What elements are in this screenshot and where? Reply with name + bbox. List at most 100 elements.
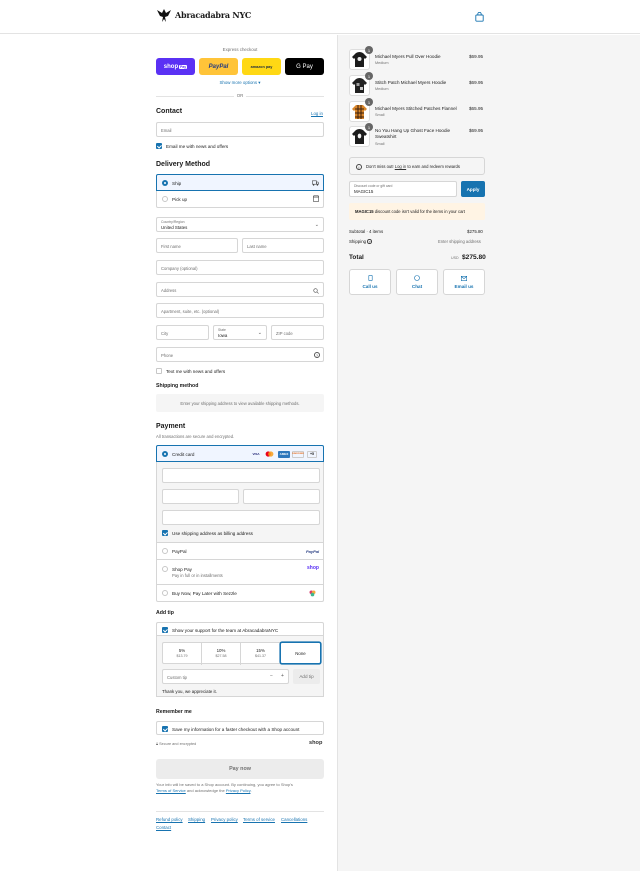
apartment-field[interactable]: Apartment, suite, etc. (optional) bbox=[156, 303, 324, 318]
item-variant: Medium bbox=[375, 61, 389, 65]
save-info-checkbox[interactable] bbox=[162, 726, 168, 732]
rewards-pre: Don't miss out! bbox=[366, 164, 394, 169]
pay-now-label: Pay now bbox=[229, 766, 251, 772]
sezzle-option[interactable]: Buy Now, Pay Later with Sezzle bbox=[156, 585, 324, 602]
item-name: Michael Myers Stitched Patches Flannel bbox=[375, 106, 457, 111]
save-info-row[interactable]: Save my information for a faster checkou… bbox=[156, 721, 324, 735]
tip-option-15[interactable]: 15% $41.37 bbox=[241, 643, 280, 665]
shipping-method-box: Enter your shipping address to view avai… bbox=[156, 394, 324, 412]
news-checkbox[interactable] bbox=[156, 143, 162, 149]
pay-now-button[interactable]: Pay now bbox=[156, 759, 324, 779]
credit-card-radio[interactable] bbox=[162, 451, 168, 457]
paypal-radio[interactable] bbox=[162, 548, 168, 554]
phone-icon bbox=[368, 275, 372, 281]
amazon-pay-label: amazon pay bbox=[250, 64, 273, 69]
shop-pay-option[interactable]: Shop Pay Pay in full or in installments … bbox=[156, 560, 324, 585]
logo-text: Abracadabra NYC bbox=[175, 10, 252, 20]
country-select[interactable]: Country/Region United States ⌄ bbox=[156, 217, 324, 232]
tip-options: 5% $13.79 10% $27.58 15% $41.37 None bbox=[162, 642, 321, 665]
apply-button[interactable]: Apply bbox=[461, 181, 485, 197]
city-field[interactable]: City bbox=[156, 325, 209, 340]
footer-contact-link[interactable]: Contact bbox=[156, 825, 171, 830]
state-select[interactable]: State Iowa ⌄ bbox=[213, 325, 267, 340]
paypal-logo: PayPal bbox=[306, 549, 320, 554]
add-tip-button[interactable]: Add tip bbox=[293, 669, 320, 684]
tip-pct: None bbox=[295, 651, 306, 656]
call-us-button[interactable]: Call us bbox=[349, 269, 391, 295]
tip-option-10[interactable]: 10% $27.58 bbox=[202, 643, 241, 665]
delivery-option-pickup[interactable]: Pick up bbox=[156, 191, 324, 208]
amazon-pay-button[interactable]: amazon pay bbox=[242, 58, 281, 75]
help-icon[interactable]: ? bbox=[367, 239, 372, 244]
shopping-bag-icon[interactable] bbox=[475, 12, 484, 22]
store-logo[interactable]: Abracadabra NYC bbox=[156, 7, 251, 23]
pickup-radio[interactable] bbox=[162, 196, 168, 202]
email-field[interactable]: Email bbox=[156, 122, 324, 137]
country-label: Country/Region bbox=[161, 220, 185, 224]
email-us-button[interactable]: Email us bbox=[443, 269, 485, 295]
subtotal-value: $275.80 bbox=[467, 229, 483, 234]
footer-privacy-link[interactable]: Privacy policy bbox=[211, 817, 238, 822]
chat-icon bbox=[414, 275, 420, 281]
footer-terms-link[interactable]: Terms of service bbox=[243, 817, 275, 822]
order-summary: 1 Michael Myers Pull Over Hoodie Medium … bbox=[349, 35, 486, 335]
tip-option-5[interactable]: 5% $13.79 bbox=[163, 643, 202, 665]
error-code: MAGIC15 bbox=[355, 209, 374, 214]
login-link[interactable]: Log in bbox=[311, 111, 323, 116]
news-label: Email me with news and offers bbox=[166, 143, 229, 149]
footer-shipping-link[interactable]: Shipping bbox=[188, 817, 205, 822]
zip-field[interactable]: ZIP code bbox=[271, 325, 324, 340]
billing-checkbox[interactable] bbox=[162, 530, 168, 536]
legal-and: and acknowledge the bbox=[186, 788, 225, 793]
rewards-post: to earn and redeem rewards bbox=[407, 164, 460, 169]
tip-pct: 10% bbox=[216, 648, 226, 653]
show-more-options-link[interactable]: Show more options ▾ bbox=[156, 80, 324, 86]
credit-card-option[interactable]: Credit card VISA AMEX DISCOVER +5 bbox=[156, 445, 324, 462]
plus-icon[interactable]: + bbox=[281, 673, 284, 679]
item-qty-badge: 1 bbox=[365, 72, 373, 80]
discount-code-field[interactable]: Discount code or gift card MAGIC15 bbox=[349, 181, 457, 197]
rewards-banner: i Don't miss out! Log in to earn and red… bbox=[349, 157, 485, 175]
tip-support-row[interactable]: Show your support for the team at Abraca… bbox=[156, 622, 324, 636]
ship-radio[interactable] bbox=[162, 180, 168, 186]
tip-support-checkbox[interactable] bbox=[162, 627, 168, 633]
last-name-placeholder: Last name bbox=[247, 244, 267, 249]
mail-icon bbox=[461, 275, 467, 281]
google-pay-button[interactable]: G Pay bbox=[285, 58, 324, 75]
card-expiry-field[interactable] bbox=[162, 489, 239, 504]
sezzle-radio[interactable] bbox=[162, 590, 168, 596]
tip-thanks: Thank you, we appreciate it. bbox=[162, 689, 217, 694]
footer-cancellations-link[interactable]: Cancellations bbox=[281, 817, 307, 822]
item-name: No You Hang Up Ghost Face Hoodie Sweatsh… bbox=[375, 128, 451, 139]
shop-logo: shop bbox=[307, 565, 319, 571]
shop-pay-radio[interactable] bbox=[162, 566, 168, 572]
text-me-checkbox[interactable] bbox=[156, 368, 162, 374]
company-field[interactable]: Company (optional) bbox=[156, 260, 324, 275]
card-number-field[interactable] bbox=[162, 468, 320, 483]
help-icon[interactable]: ? bbox=[314, 351, 320, 358]
card-cvv-field[interactable] bbox=[243, 489, 320, 504]
custom-tip-field[interactable]: Custom tip − + bbox=[162, 669, 289, 684]
first-name-field[interactable]: First name bbox=[156, 238, 238, 253]
delivery-option-ship[interactable]: Ship bbox=[156, 174, 324, 191]
shop-logo: shop bbox=[309, 740, 323, 746]
apply-label: Apply bbox=[466, 186, 480, 192]
privacy-link[interactable]: Privacy Policy bbox=[226, 788, 251, 793]
chat-button[interactable]: Chat bbox=[396, 269, 438, 295]
minus-icon[interactable]: − bbox=[270, 673, 273, 679]
call-us-label: Call us bbox=[362, 284, 378, 289]
footer-refund-link[interactable]: Refund policy bbox=[156, 817, 183, 822]
terms-link[interactable]: Terms of Service bbox=[156, 788, 186, 793]
last-name-field[interactable]: Last name bbox=[242, 238, 324, 253]
address-field[interactable]: Address bbox=[156, 282, 324, 297]
rewards-login-link[interactable]: Log in bbox=[395, 164, 406, 169]
lock-icon: 🔒︎ bbox=[156, 742, 159, 746]
card-name-field[interactable] bbox=[162, 510, 320, 525]
paypal-button[interactable]: PayPal bbox=[199, 58, 238, 75]
paypal-option[interactable]: PayPal PayPal bbox=[156, 543, 324, 560]
tip-option-none[interactable]: None bbox=[280, 642, 321, 664]
phone-field[interactable]: Phone ? bbox=[156, 347, 324, 362]
secure-label: Secure and encrypted bbox=[159, 742, 197, 746]
tip-pct: 15% bbox=[256, 648, 265, 653]
shop-pay-button[interactable]: shop Pay bbox=[156, 58, 195, 75]
